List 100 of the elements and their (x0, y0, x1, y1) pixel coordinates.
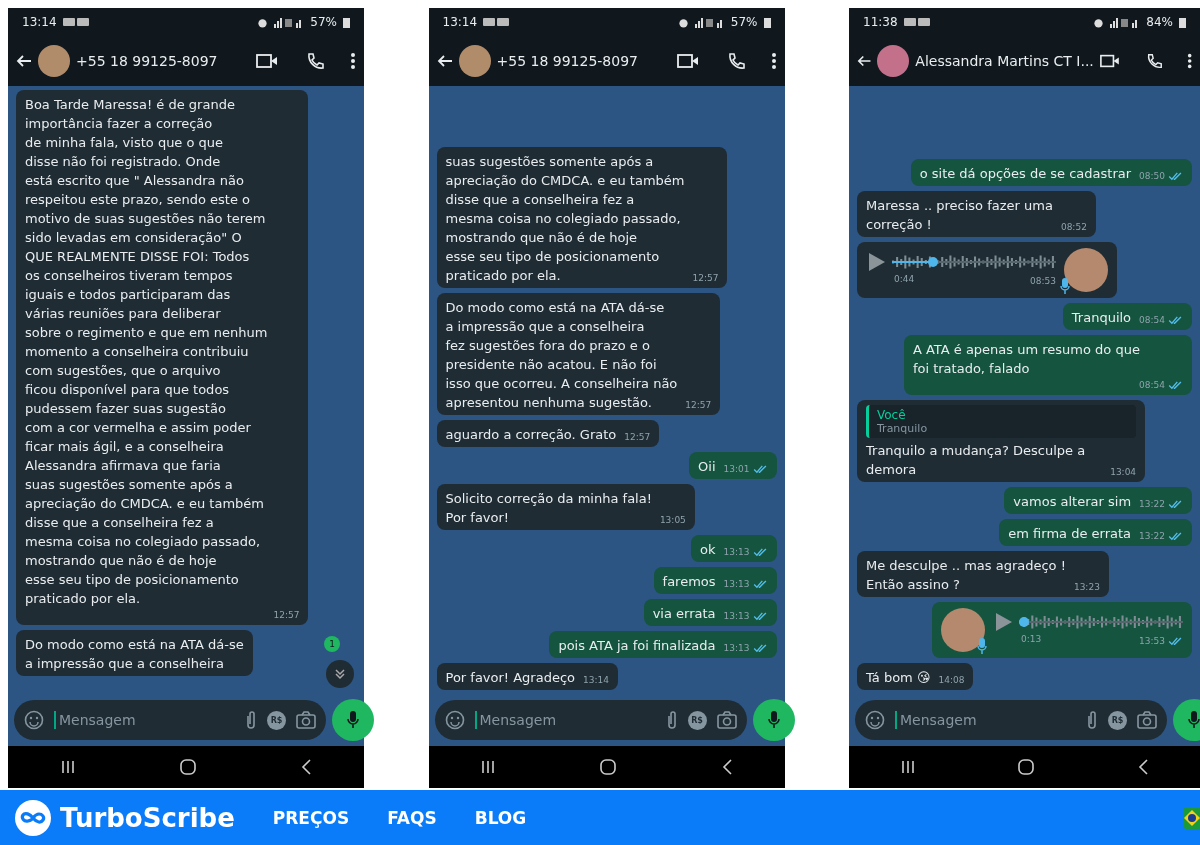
recent-apps-icon[interactable] (481, 760, 496, 774)
notification-icon (903, 17, 930, 27)
notification-icon (483, 17, 510, 27)
emoji-icon[interactable] (24, 710, 44, 730)
message-input[interactable]: Mensagem (54, 711, 235, 729)
battery-icon (1179, 16, 1186, 28)
message-time: 08:54 (1139, 379, 1165, 392)
voice-record-button[interactable] (332, 699, 374, 741)
play-icon[interactable] (993, 612, 1013, 632)
paperclip-icon[interactable] (245, 710, 257, 730)
message-time: 13:01 (723, 463, 750, 476)
flag-icon[interactable] (1184, 806, 1200, 829)
emoji-icon[interactable] (865, 710, 885, 730)
battery-percent: 84% (1146, 15, 1173, 29)
message-text: Boa Tarde Maressa! é de grande importância fazer a correção de minha fala, visto que o que disse não foi registrado. Onde está escrito que " Alessandra não respeitou este prazo, sendo este o motivo de suas sugestões não terem sido levadas em consideração" O QUE REALMENTE DISSE FOI: Todos os conselheiros tiveram tempos iguais e todos participaram das várias reuniões para deliberar sobre o regimento e que em nenhum momento a conselheira contribuiu com sugestões, que o arquivo ficou disponível para que todos pudessem fazer suas sugestão com a cor vermelha e assim poder ficar mais ágil, e a conselheira Alessandra afirmava que faria suas sugestões somente após a apreciação do CMDCA. e eu também disse que a conselheira fez a mesma coisa no colegiado passado, mostrando que não é de hoje esse seu tipo de posicionamento praticado por ela. (25, 96, 269, 608)
contact-name[interactable]: +55 18 99125-8097 (76, 53, 250, 69)
video-call-icon[interactable] (676, 53, 699, 69)
status-time: 13:14 (22, 15, 57, 29)
message-text: Solicito correção da minha fala! Por favor! (445, 490, 652, 527)
phone-call-icon[interactable] (306, 52, 324, 70)
message-text: Tranquilo (1071, 309, 1132, 327)
message-text: ok (700, 541, 716, 559)
message-input[interactable]: Mensagem (895, 711, 1076, 729)
message-text: Do modo como está na ATA dá-se a impressão que a conselheira (25, 636, 244, 673)
message-input[interactable]: Mensagem (474, 711, 656, 729)
message-text: suas sugestões somente após a apreciação do CMDCA. e eu também disse que a conselheira fez a mesma coisa no colegiado passado, mostrando que não é de hoje esse seu tipo de posicionamento praticado por ela. (445, 153, 685, 285)
microphone-icon (1188, 711, 1200, 729)
paperclip-icon[interactable] (1086, 710, 1098, 730)
message-time: 13:22 (1139, 498, 1165, 511)
paperclip-icon[interactable] (665, 710, 678, 730)
message-time: 12:57 (685, 399, 712, 412)
message-text: pois ATA ja foi finalizada (558, 637, 716, 655)
message-text: vamos alterar sim (1013, 493, 1132, 511)
message-text: Tá bom 😘 (866, 669, 931, 687)
message-time: 14:08 (938, 674, 965, 687)
home-icon[interactable] (1018, 759, 1035, 775)
home-icon[interactable] (600, 759, 617, 775)
status-time: 11:38 (863, 15, 898, 29)
back-arrow-icon[interactable] (857, 53, 872, 69)
contact-avatar[interactable] (877, 45, 910, 77)
back-arrow-icon[interactable] (436, 53, 453, 69)
message-time: 13:22 (1139, 530, 1165, 543)
battery-icon (763, 16, 771, 28)
recent-apps-icon[interactable] (60, 760, 75, 774)
recent-apps-icon[interactable] (900, 760, 915, 774)
video-call-icon[interactable] (1099, 53, 1120, 69)
brand-name[interactable]: TurboScribe (60, 802, 235, 833)
playback-thumb[interactable] (1018, 617, 1029, 627)
more-options-icon[interactable] (770, 52, 777, 70)
message-input-field[interactable]: Mensagem R$ (434, 700, 747, 740)
message-input-field[interactable]: Mensagem R$ (855, 700, 1167, 740)
message-text: Me desculpe .. mas agradeço ! Então assino ? (866, 557, 1066, 594)
phone-call-icon[interactable] (1145, 52, 1163, 70)
nav-link[interactable]: PREÇOS (272, 807, 350, 828)
nav-link[interactable]: BLOG (474, 807, 527, 828)
scroll-down-button[interactable] (326, 660, 354, 688)
message-time: 08:54 (1139, 314, 1165, 327)
message-text: aguardo a correção. Grato (445, 426, 617, 444)
camera-icon[interactable] (716, 711, 737, 729)
voice-record-button[interactable] (752, 699, 795, 741)
logo-icon[interactable] (14, 798, 52, 837)
playback-thumb[interactable] (928, 257, 938, 267)
message-time: 13:13 (723, 578, 750, 591)
contact-avatar[interactable] (458, 45, 491, 77)
back-arrow-icon[interactable] (16, 53, 32, 69)
contact-name[interactable]: +55 18 99125-8097 (496, 53, 671, 69)
message-time: 13:14 (583, 674, 609, 687)
camera-icon[interactable] (1137, 711, 1157, 729)
quote-text: Tranquilo (877, 422, 929, 435)
back-icon[interactable] (301, 759, 312, 775)
quoted-message[interactable]: Você Tranquilo (866, 405, 1137, 438)
message-time: 08:52 (1060, 221, 1087, 234)
avatar-circle (1064, 248, 1108, 292)
payment-button[interactable]: R$ (687, 710, 707, 730)
contact-name[interactable]: Alessandra Martins CT I... (915, 53, 1094, 69)
payment-button[interactable]: R$ (267, 710, 286, 730)
message-input-field[interactable]: Mensagem R$ (14, 700, 326, 740)
message-text: em firma de errata (1008, 525, 1132, 543)
battery-percent: 57% (310, 15, 337, 29)
payment-button[interactable]: R$ (1108, 710, 1127, 730)
nav-link[interactable]: FAQS (387, 807, 437, 828)
chevron-down-icon (334, 668, 346, 680)
message-text: Oii (698, 458, 716, 476)
play-icon[interactable] (866, 252, 886, 272)
camera-icon[interactable] (296, 711, 316, 729)
more-options-icon[interactable] (1186, 52, 1192, 70)
message-time: 13:13 (723, 546, 750, 559)
voice-duration: 0:13 (1021, 634, 1042, 646)
emoji-icon[interactable] (444, 710, 465, 730)
message-time: 08:53 (1030, 275, 1056, 288)
message-time: 13:23 (1073, 581, 1100, 594)
back-icon[interactable] (721, 759, 732, 775)
home-icon[interactable] (180, 759, 196, 775)
video-call-icon[interactable] (256, 53, 278, 69)
more-options-icon[interactable] (350, 52, 356, 70)
contact-avatar[interactable] (38, 45, 70, 77)
microphone-icon (767, 711, 780, 729)
message-time: 13:53 (1139, 635, 1165, 648)
back-icon[interactable] (1138, 759, 1149, 775)
phone-call-icon[interactable] (726, 52, 745, 70)
